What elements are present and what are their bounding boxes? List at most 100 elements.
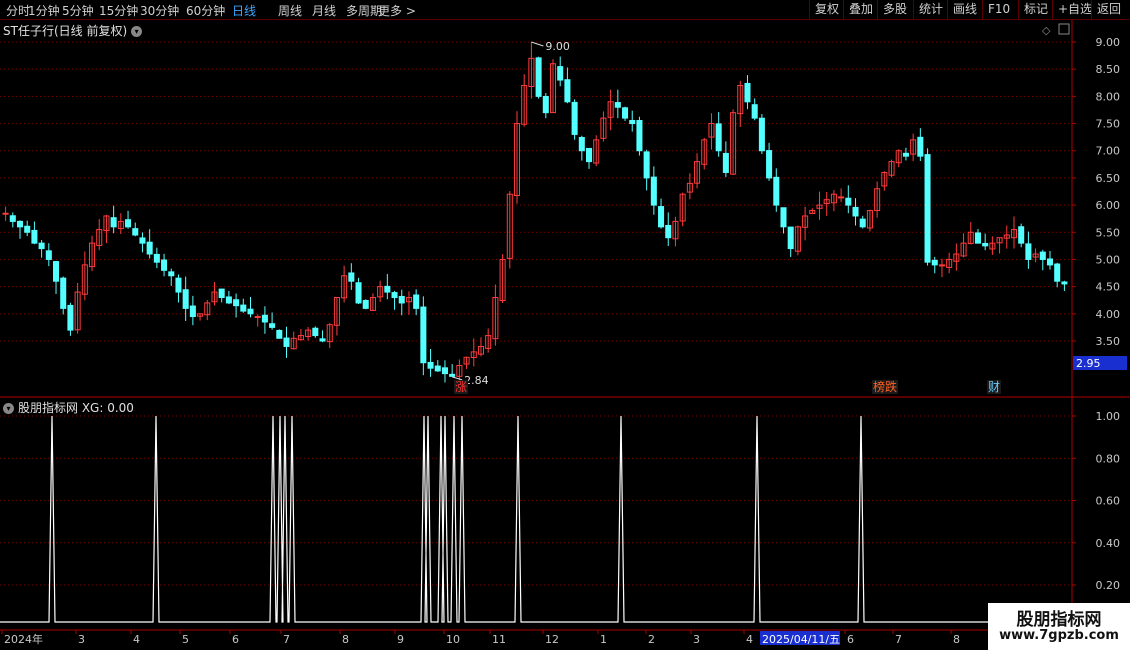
candle-body xyxy=(665,224,672,239)
event-marker: 榜跌 xyxy=(873,379,897,394)
event-marker: 财 xyxy=(988,380,1000,394)
candle-body xyxy=(233,299,240,307)
chart-canvas[interactable]: 9.00 8.50 8.00 7.50 7.00 6.50 6.00 5.50 5.00 4.50… xyxy=(0,0,1130,650)
candle-body xyxy=(391,292,398,299)
price-tick-label: 9.00 xyxy=(1096,36,1121,49)
time-axis-label: 5 xyxy=(182,633,189,646)
watermark-url: www.7gpzb.com xyxy=(999,628,1119,643)
indicator-tick-label: 0.20 xyxy=(1096,579,1121,592)
current-price-value: 2.95 xyxy=(1076,357,1101,370)
candle-body xyxy=(225,296,232,304)
candle-body xyxy=(1054,263,1061,282)
time-axis-label: 3 xyxy=(78,633,85,646)
candle-body xyxy=(931,259,938,266)
candle-body xyxy=(247,308,254,315)
candle-body xyxy=(16,220,24,228)
candle-body xyxy=(420,306,427,364)
indicator-tick-label: 0.40 xyxy=(1096,537,1121,550)
price-tick-label: 8.00 xyxy=(1096,90,1121,103)
candle-body xyxy=(384,285,391,293)
candle-body xyxy=(557,66,564,81)
candle-body xyxy=(542,95,549,114)
candle-body xyxy=(1039,251,1046,260)
candle-body xyxy=(427,361,434,369)
candle-body xyxy=(852,206,859,217)
candle-body xyxy=(1025,243,1032,260)
candle-body xyxy=(751,104,758,119)
candle-body xyxy=(571,101,578,135)
candle-body xyxy=(139,237,146,244)
time-axis-label: 7 xyxy=(895,633,902,646)
candle-body xyxy=(780,207,787,228)
candle-body xyxy=(902,152,909,157)
candle-body xyxy=(658,206,665,228)
candle-body xyxy=(189,305,196,318)
candle-body xyxy=(276,329,283,339)
time-axis-label: 2024年 xyxy=(4,632,43,646)
candle-body xyxy=(722,152,729,173)
candle-body xyxy=(636,120,643,152)
candle-body xyxy=(67,304,74,331)
time-axis-label: 2 xyxy=(648,633,655,646)
watermark-title: 股朋指标网 xyxy=(1016,610,1102,630)
price-tick-label: 6.00 xyxy=(1096,199,1121,212)
event-marker: 涨 xyxy=(455,379,467,394)
panel-icon xyxy=(1058,23,1070,35)
candle-body xyxy=(434,365,441,372)
candle-body xyxy=(38,242,45,250)
candle-body xyxy=(564,79,571,103)
watermark: 股朋指标网 www.7gpzb.com xyxy=(988,603,1130,650)
candle-body xyxy=(240,304,247,312)
candle-body xyxy=(52,261,60,282)
candle-body xyxy=(312,327,319,337)
candle-body xyxy=(758,117,765,152)
candle-body xyxy=(441,367,448,375)
time-axis-label: 9 xyxy=(397,633,404,646)
indicator-tick-label: 0.60 xyxy=(1096,495,1121,508)
time-axis-label: 4 xyxy=(133,633,140,646)
candle-body xyxy=(398,295,405,304)
price-tick-label: 7.00 xyxy=(1096,145,1121,158)
candle-body xyxy=(787,226,794,250)
candle-body xyxy=(319,338,326,342)
time-axis-label: 4 xyxy=(746,633,753,646)
candle-body xyxy=(362,299,369,309)
candle-body xyxy=(31,229,38,244)
time-axis-label: 10 xyxy=(446,633,460,646)
price-tick-label: 5.00 xyxy=(1096,253,1121,266)
candle-body xyxy=(838,196,845,199)
high-price-label: 9.00 xyxy=(545,40,570,53)
candle-body xyxy=(348,272,355,282)
candle-body xyxy=(146,241,153,255)
candle-body xyxy=(535,57,542,97)
candle-body xyxy=(845,197,852,206)
candle-body xyxy=(24,225,31,233)
candle-body xyxy=(974,232,981,244)
price-tick-label: 5.50 xyxy=(1096,226,1121,239)
candle-body xyxy=(269,323,276,328)
time-axis-label: 6 xyxy=(847,633,854,646)
candle-body xyxy=(168,271,175,277)
time-axis-label: 6 xyxy=(232,633,239,646)
candle-body xyxy=(161,259,168,271)
time-axis-label: 7 xyxy=(283,633,290,646)
candle-body xyxy=(9,215,16,222)
date-highlight: 2025/04/11/五 xyxy=(762,633,840,646)
candle-body xyxy=(744,82,751,103)
price-tick-label: 8.50 xyxy=(1096,63,1121,76)
candle-body xyxy=(859,218,866,228)
candle-body xyxy=(132,228,139,236)
indicator-tick-label: 0.80 xyxy=(1096,452,1121,465)
time-axis-label: 8 xyxy=(342,633,349,646)
candle-body xyxy=(924,154,931,263)
candle-body xyxy=(2,212,9,215)
time-axis-label: 8 xyxy=(953,633,960,646)
price-tick-label: 4.50 xyxy=(1096,281,1121,294)
price-tick-label: 4.00 xyxy=(1096,308,1121,321)
candle-body xyxy=(938,264,945,267)
candle-body xyxy=(1061,281,1068,285)
candle-body xyxy=(715,123,722,152)
candle-body xyxy=(218,288,225,299)
price-tick-label: 6.50 xyxy=(1096,172,1121,185)
candle-body xyxy=(982,242,989,247)
